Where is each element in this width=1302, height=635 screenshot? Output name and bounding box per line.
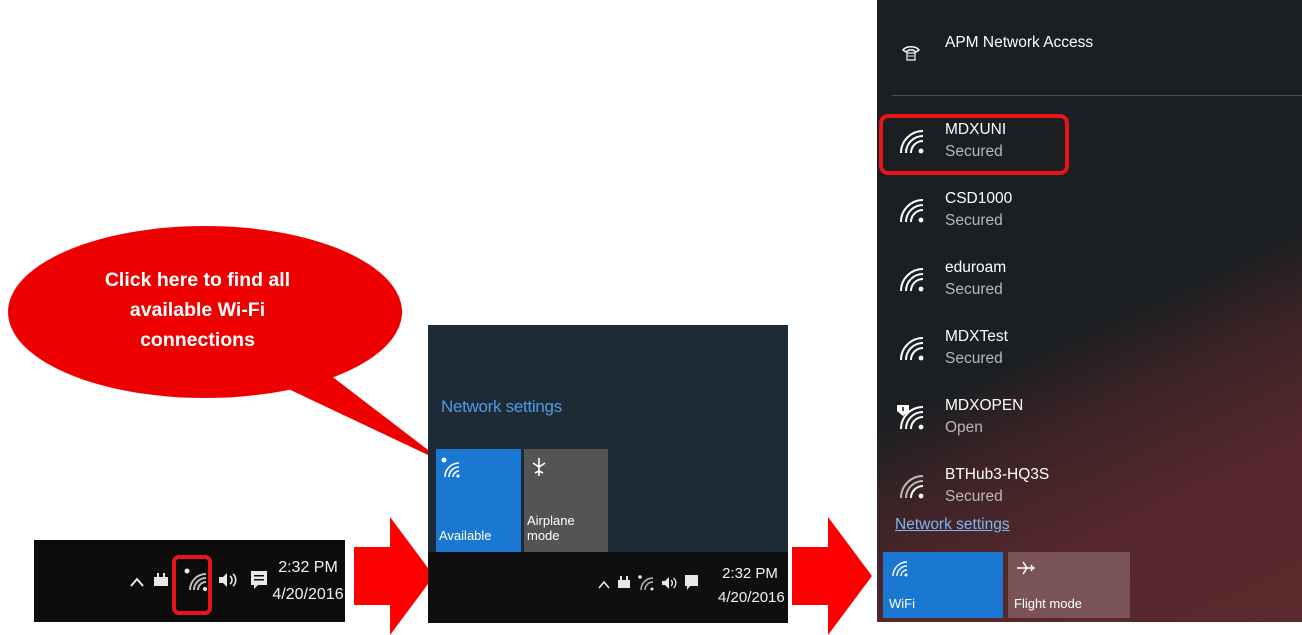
mdxuni-highlight [879,114,1069,175]
available-label: Available [439,528,492,543]
network-item-bthub3[interactable]: BTHub3-HQ3S Secured [877,464,1302,524]
network-status: Open [945,419,983,436]
quick-actions-panel: Network settings Available Airplane mode… [428,325,788,623]
callout-bubble: Click here to find all available Wi-Fi c… [0,225,445,485]
divider [892,95,1302,96]
wifi-icon [897,472,927,507]
notifications-icon[interactable] [250,570,268,594]
action-center: Network settings Available Airplane mode [428,325,788,552]
network-settings-link[interactable]: Network settings [895,516,1010,534]
wifi-icon [897,334,927,369]
system-tray-mini [598,574,699,596]
chevron-up-icon[interactable] [598,576,610,594]
wifi-icon [897,265,927,300]
wifi-warning-icon [897,403,927,438]
airplane-icon [1016,560,1036,581]
airplane-mode-tile[interactable]: Airplane mode [524,449,608,552]
network-item-mdxtest[interactable]: MDXTest Secured [877,326,1302,386]
taskbar-mini: 2:32 PM 4/20/2016 [428,552,788,623]
wifi-icon[interactable] [638,574,654,596]
callout-text: Click here to find all available Wi-Fi c… [104,269,291,351]
network-status: Secured [945,350,1003,367]
network-item-csd1000[interactable]: CSD1000 Secured [877,188,1302,248]
notifications-icon[interactable] [684,574,699,596]
wifi-icon [891,560,909,583]
network-item-mdxopen[interactable]: MDXOPEN Open [877,395,1302,455]
network-name: eduroam [945,259,1007,276]
chevron-up-icon[interactable] [130,573,144,592]
network-name: MDXTest [945,328,1008,345]
network-status: Secured [945,281,1003,298]
wifi-tile[interactable]: WiFi [883,552,1003,618]
network-flyout: APM Network Access MDXUNI Secured CSD100… [877,0,1302,622]
vpn-name: APM Network Access [945,34,1094,51]
volume-icon[interactable] [217,571,237,593]
callout-shape [8,226,445,463]
taskbar-time-mini: 2:32 PM [722,565,778,582]
network-item-eduroam[interactable]: eduroam Secured [877,257,1302,317]
volume-icon[interactable] [661,576,677,595]
airplane-icon [529,457,549,480]
power-plug-icon[interactable] [617,576,631,594]
wifi-icon [441,457,461,482]
vpn-icon [901,42,921,67]
taskbar-date-mini: 4/20/2016 [718,589,785,606]
wifi-tile-label: WiFi [889,596,915,611]
airplane-mode-label: Airplane mode [527,513,575,543]
network-name: BTHub3-HQ3S [945,466,1050,483]
power-plug-icon[interactable] [153,572,169,592]
arrow-2 [792,517,872,635]
taskbar-time: 2:32 PM [278,559,338,576]
taskbar-date: 4/20/2016 [272,586,344,603]
taskbar-clock[interactable]: 2:32 PM 4/20/2016 [272,554,344,608]
available-tile[interactable]: Available [436,449,521,552]
network-name: CSD1000 [945,190,1013,207]
network-settings-link[interactable]: Network settings [441,397,562,417]
network-status: Secured [945,488,1003,505]
wifi-tray-highlight [172,555,212,615]
network-name: MDXOPEN [945,397,1024,414]
flight-mode-label: Flight mode [1014,596,1082,611]
taskbar-clock-mini[interactable]: 2:32 PM 4/20/2016 [718,562,785,610]
arrow-1 [354,517,434,635]
network-status: Secured [945,212,1003,229]
flight-mode-tile[interactable]: Flight mode [1008,552,1130,618]
wifi-icon [897,196,927,231]
